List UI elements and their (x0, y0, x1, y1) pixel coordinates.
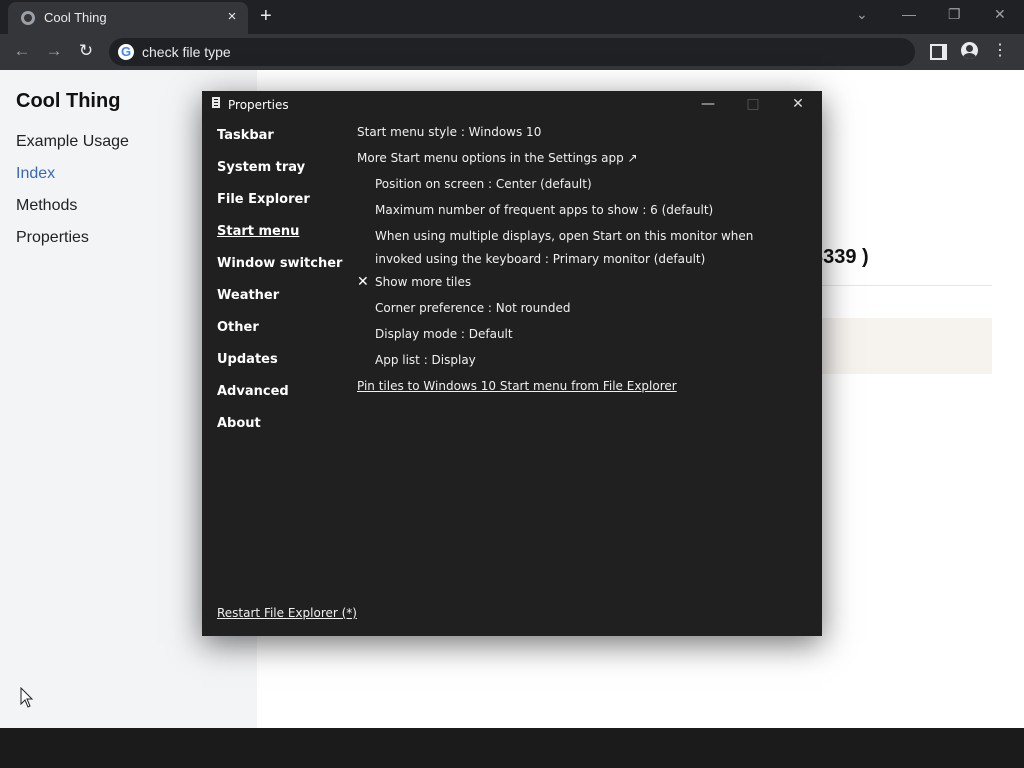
tab-search-icon[interactable]: ⌄ (856, 6, 868, 23)
nav-about[interactable]: About (217, 416, 261, 431)
back-button[interactable]: ← (12, 42, 32, 60)
taskbar-area (0, 728, 1024, 768)
dialog-close-button[interactable]: ✕ (788, 95, 808, 113)
nav-file-explorer[interactable]: File Explorer (217, 192, 310, 207)
nav-start-menu[interactable]: Start menu (217, 224, 299, 239)
reload-button[interactable]: ↻ (76, 42, 96, 60)
option-multi-display[interactable]: When using multiple displays, open Start… (375, 225, 795, 271)
browser-tab[interactable]: Cool Thing × (8, 2, 248, 34)
site-brand[interactable]: Cool Thing (16, 90, 120, 113)
nav-advanced[interactable]: Advanced (217, 384, 289, 399)
option-max-frequent-apps[interactable]: Maximum number of frequent apps to show … (375, 199, 713, 222)
forward-button[interactable]: → (44, 42, 64, 60)
content-box (812, 318, 992, 374)
nav-other[interactable]: Other (217, 320, 259, 335)
tab-strip: Cool Thing × + ⌄ — ❐ ✕ (0, 0, 1024, 34)
new-tab-button[interactable]: + (260, 5, 272, 27)
option-show-more-tiles[interactable]: Show more tiles (375, 271, 471, 294)
browser-menu-button[interactable]: ⋮ (990, 42, 1010, 60)
window-minimize-button[interactable]: — (902, 6, 916, 22)
nav-system-tray[interactable]: System tray (217, 160, 305, 175)
show-more-tiles-check-icon[interactable]: ✕ (357, 274, 369, 290)
address-text[interactable]: check file type (142, 44, 231, 60)
window-close-button[interactable]: ✕ (994, 6, 1006, 23)
restart-file-explorer-link[interactable]: Restart File Explorer (*) (217, 606, 357, 620)
sidebar-link-index[interactable]: Index (16, 165, 55, 183)
dialog-minimize-button[interactable]: — (698, 95, 718, 113)
nav-updates[interactable]: Updates (217, 352, 278, 367)
sidebar-link-example-usage[interactable]: Example Usage (16, 133, 129, 151)
divider (812, 285, 992, 286)
option-position[interactable]: Position on screen : Center (default) (375, 173, 592, 196)
dialog-title: Properties (228, 98, 289, 112)
nav-weather[interactable]: Weather (217, 288, 279, 303)
google-icon (118, 44, 134, 60)
profile-icon[interactable] (961, 42, 978, 59)
sidebar-link-properties[interactable]: Properties (16, 229, 89, 247)
address-bar[interactable]: check file type (109, 38, 915, 66)
option-start-menu-style[interactable]: Start menu style : Windows 10 (357, 121, 541, 144)
sidebar-link-methods[interactable]: Methods (16, 197, 77, 215)
tab-title: Cool Thing (44, 10, 107, 25)
option-corner-preference[interactable]: Corner preference : Not rounded (375, 297, 570, 320)
nav-taskbar[interactable]: Taskbar (217, 128, 274, 143)
mouse-cursor-icon (20, 687, 34, 708)
option-display-mode[interactable]: Display mode : Default (375, 323, 513, 346)
nav-window-switcher[interactable]: Window switcher (217, 256, 342, 271)
pin-tiles-link[interactable]: Pin tiles to Windows 10 Start menu from … (357, 375, 677, 398)
window-restore-button[interactable]: ❐ (948, 6, 961, 23)
side-panel-icon[interactable] (930, 44, 947, 60)
browser-toolbar: ← → ↻ check file type ⋮ (0, 34, 1024, 70)
tab-close-icon[interactable]: × (224, 8, 240, 25)
properties-app-icon (212, 97, 220, 108)
option-settings-app-link[interactable]: More Start menu options in the Settings … (357, 147, 638, 170)
dialog-maximize-button: □ (746, 96, 760, 112)
option-app-list[interactable]: App list : Display (375, 349, 476, 372)
properties-dialog: Properties — □ ✕ Taskbar System tray Fil… (202, 91, 822, 636)
globe-icon (21, 11, 35, 25)
